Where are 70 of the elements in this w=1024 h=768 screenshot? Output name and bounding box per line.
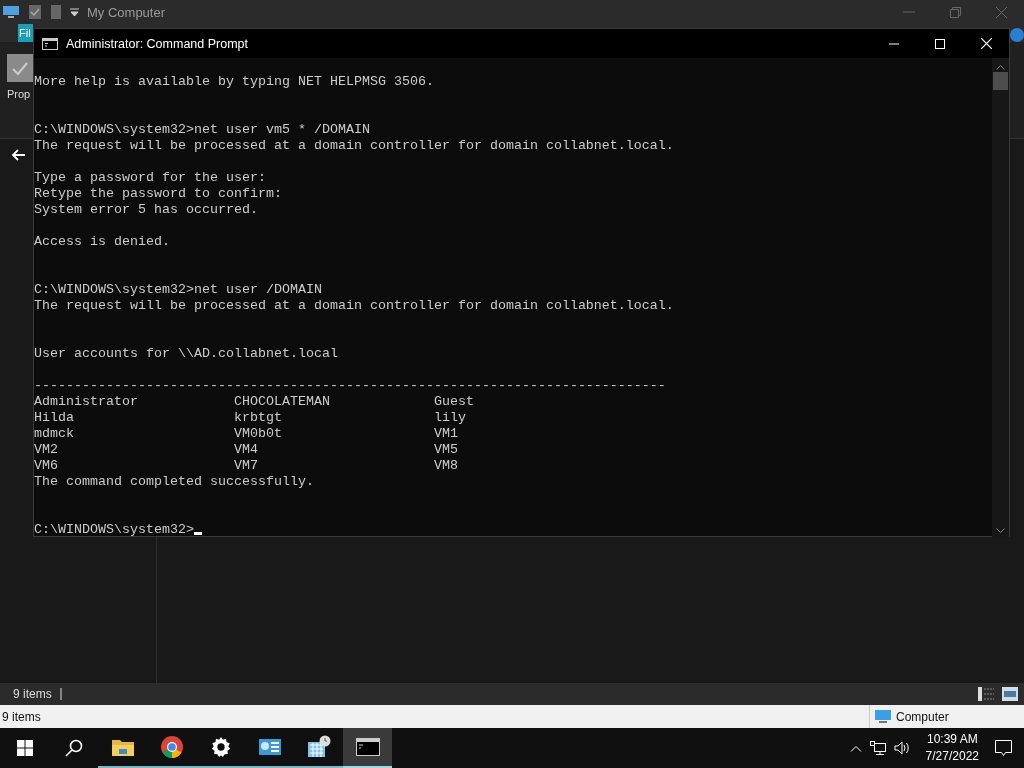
console-line: The request will be processed at a domain controller for domain collabnet.local. (34, 138, 674, 154)
control-panel-icon (257, 737, 282, 757)
console-line: The request will be processed at a domain controller for domain collabnet.local. (34, 298, 674, 314)
help-icon (1010, 28, 1024, 42)
checkmark-icon (28, 4, 42, 20)
account-name: VM6 (34, 458, 59, 474)
maximize-icon (935, 38, 945, 49)
scroll-up-icon (996, 64, 1005, 70)
account-name: VM5 (434, 442, 459, 458)
window-title: Administrator: Command Prompt (66, 36, 248, 51)
account-name: VM1 (434, 426, 459, 442)
console-line: Type a password for the user: (34, 170, 266, 186)
close-icon (995, 6, 1007, 18)
account-name: VM4 (234, 442, 259, 458)
folder-icon (110, 737, 135, 757)
preview-view-icon (1002, 687, 1018, 701)
window-title: My Computer (87, 4, 166, 20)
calendar-clock-icon (306, 735, 331, 759)
command-prompt: C:\WINDOWS\system32> (34, 522, 194, 537)
restore-icon (949, 6, 961, 18)
account-name: Hilda (34, 410, 75, 426)
account-name: Administrator (34, 394, 139, 410)
console-line: More help is available by typing NET HELPMSG 3506. (34, 74, 434, 90)
details-view-icon (978, 687, 994, 701)
account-name: lily (434, 410, 467, 426)
properties-button[interactable]: Prop (7, 42, 33, 138)
search-icon (64, 739, 83, 757)
monitor-icon (874, 709, 892, 724)
network-icon (869, 741, 886, 755)
notification-icon (995, 739, 1012, 757)
scroll-down-icon (996, 528, 1005, 534)
account-name: CHOCOLATEMAN (234, 394, 331, 410)
account-name: krbtgt (234, 410, 283, 426)
windows-logo-icon (16, 740, 33, 756)
account-name: VM0b0t (234, 426, 283, 442)
minimize-icon (889, 42, 899, 45)
terminal-icon (42, 37, 58, 50)
dropdown-icon (70, 8, 79, 16)
item-count: 9 items (2, 709, 41, 724)
account-name: Guest (434, 394, 475, 410)
account-name: VM7 (234, 458, 259, 474)
clock-time: 10:39 AM (926, 731, 978, 748)
location-label: Computer (896, 709, 949, 724)
console-line: User accounts for \\AD.collabnet.local (34, 346, 338, 362)
chevron-up-icon (849, 744, 862, 752)
console-line: Retype the password to confirm: (34, 186, 282, 202)
divider-icon (59, 688, 62, 700)
checkmark-icon (7, 54, 33, 82)
browser-icon (159, 735, 184, 759)
account-name: VM8 (434, 458, 459, 474)
console-line: C:\WINDOWS\system32>net user vm5 * /DOMAIN (34, 122, 370, 138)
item-count: 9 items (13, 687, 52, 701)
terminal-icon (355, 738, 380, 756)
separator-line: ------------------------------------------------------------------------------- (34, 378, 666, 394)
gear-icon (209, 736, 232, 758)
close-icon (980, 38, 992, 49)
account-name: mdmck (34, 426, 75, 442)
taskbar-app[interactable] (343, 728, 392, 768)
account-name: VM2 (34, 442, 59, 458)
clock-date: 7/27/2022 (925, 748, 979, 765)
text-cursor (193, 532, 202, 535)
console-line: The command completed successfully. (34, 474, 314, 490)
back-arrow-icon (11, 149, 25, 161)
document-icon (50, 4, 62, 20)
console-line: C:\WINDOWS\system32>net user /DOMAIN (34, 282, 322, 298)
scroll-thumb[interactable] (993, 72, 1008, 90)
volume-icon (893, 741, 910, 755)
console-line: System error 5 has occurred. (34, 202, 258, 218)
computer-icon (2, 5, 20, 19)
console-line: Access is denied. (34, 234, 170, 250)
